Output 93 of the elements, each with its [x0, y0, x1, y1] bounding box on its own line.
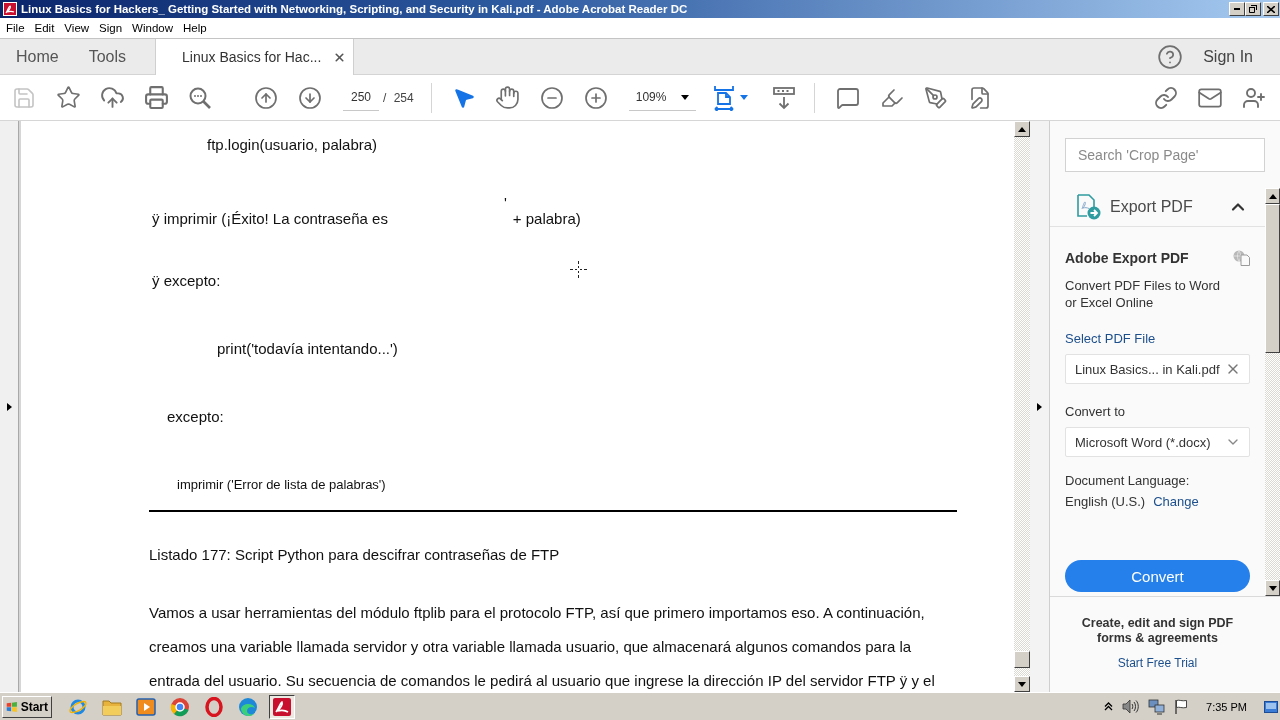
- comment-icon[interactable]: [835, 85, 860, 110]
- close-icon: [1267, 5, 1275, 13]
- menu-item[interactable]: Sign: [94, 22, 128, 34]
- menu-item[interactable]: Edit: [29, 22, 60, 34]
- document-arrow-icon: [1076, 194, 1101, 220]
- scroll-down-button[interactable]: [1265, 580, 1280, 596]
- export-description: Convert PDF Files to Word or Excel Online: [1065, 277, 1222, 311]
- minimize-button[interactable]: [1229, 2, 1245, 16]
- help-icon[interactable]: [1157, 43, 1184, 70]
- folder-icon: [102, 697, 122, 716]
- menu-item[interactable]: View: [59, 22, 95, 34]
- caret-down-icon[interactable]: [739, 95, 748, 100]
- down-triangle-icon: [1018, 681, 1026, 687]
- star-icon[interactable]: [55, 85, 81, 110]
- convert-button[interactable]: Convert: [1065, 560, 1250, 592]
- zoom-dropdown[interactable]: 109%: [628, 84, 696, 111]
- squiggle-tile-icon: [272, 696, 292, 717]
- search-icon[interactable]: [188, 85, 212, 110]
- search-field[interactable]: Search 'Crop Page': [1065, 138, 1265, 172]
- minimize-icon: [1234, 8, 1240, 10]
- tab[interactable]: Home: [1, 39, 74, 74]
- scroll-up-button[interactable]: [1265, 188, 1280, 204]
- scrollbar-thumb[interactable]: [1014, 651, 1030, 668]
- dotted-bar-down-arrow-icon[interactable]: [771, 85, 796, 110]
- code-line: ÿ imprimir (¡Éxito! La contraseña es: [152, 210, 388, 227]
- sign-in-button[interactable]: Sign In: [1203, 47, 1253, 66]
- window-title: Linux Basics for Hackers_ Getting Started with Networking, Scripting, and Security in Kali.pdf - Adobe Acrobat Reader DC: [21, 3, 688, 15]
- taskbar-button[interactable]: [269, 694, 295, 719]
- change-link[interactable]: Change: [1153, 493, 1199, 510]
- caret-right-icon[interactable]: [1037, 402, 1042, 411]
- format-dropdown[interactable]: Microsoft Word (*.docx): [1065, 427, 1250, 457]
- page-count: / 254: [383, 90, 414, 105]
- menu-item[interactable]: File: [1, 22, 30, 34]
- code-line: imprimir ('Error de lista de palabras'): [177, 477, 386, 492]
- language-label: Document Language:: [1065, 472, 1191, 489]
- swirl-icon: [238, 696, 258, 717]
- down-triangle-icon: [1268, 585, 1277, 591]
- hand-icon[interactable]: [495, 85, 521, 110]
- print-icon[interactable]: [143, 85, 169, 110]
- promo-text: Create, edit and sign PDF forms & agreements: [1080, 616, 1235, 646]
- scrollbar-thumb[interactable]: [1265, 204, 1280, 353]
- language-value: English (U.S.): [1065, 493, 1146, 510]
- cloud-upload-icon[interactable]: [99, 85, 125, 110]
- ring-icon: [205, 696, 223, 717]
- clock-time: 7:35 PM: [1206, 700, 1247, 713]
- page-number-field[interactable]: 250: [343, 84, 379, 111]
- tab[interactable]: Linux Basics for Hac...: [155, 39, 355, 75]
- network-icon[interactable]: [1148, 698, 1166, 715]
- select-file-link[interactable]: Select PDF File: [1065, 330, 1250, 347]
- up-triangle-icon: [1268, 193, 1277, 199]
- link-icon[interactable]: [1154, 85, 1178, 110]
- code-line: print('todavía intentando...'): [217, 340, 398, 357]
- globe-document-icon[interactable]: [1233, 250, 1250, 266]
- code-line: ftp.login(usuario, palabra): [207, 136, 378, 153]
- scroll-down-button[interactable]: [1014, 676, 1030, 692]
- code-line: ÿ excepto:: [152, 272, 221, 289]
- up-triangle-icon: [1018, 126, 1026, 132]
- menu-item[interactable]: Window: [127, 22, 178, 34]
- convert-to-label: Convert to: [1065, 403, 1126, 420]
- sectored-circle-icon: [170, 696, 190, 717]
- caret-down-icon: [680, 94, 689, 100]
- restore-button[interactable]: [1245, 2, 1261, 16]
- restore-icon: [1249, 5, 1257, 13]
- add-user-icon[interactable]: [1242, 85, 1266, 110]
- body-paragraph: Vamos a usar herramientas del módulo ftplib para el protocolo FTP, así que primero importamos eso. A continuación, creamos una variable llamada servidor y otra variable llamada usuario, que almacenará algunos comandos para la entrada del usuario. Su secuencia de comandos le pedirá al usuario que ingrese la dirección IP del servidor FTP ÿ y el: [149, 603, 936, 691]
- zoom-in-icon[interactable]: [583, 85, 608, 110]
- scroll-up-button[interactable]: [1014, 121, 1030, 137]
- four-squares-icon: [6, 699, 18, 714]
- start-trial-link[interactable]: Start Free Trial: [1117, 656, 1198, 670]
- file-field[interactable]: Linux Basics... in Kali.pdf: [1065, 354, 1250, 384]
- start-button[interactable]: Start: [2, 695, 52, 718]
- zoom-out-icon[interactable]: [539, 85, 564, 110]
- close-button[interactable]: [1263, 2, 1279, 16]
- play-icon: [136, 697, 156, 716]
- squiggle-tile-icon: [3, 2, 17, 16]
- double-chevron-up-icon[interactable]: [1104, 702, 1114, 711]
- export-heading: Adobe Export PDF: [1065, 249, 1189, 267]
- tab[interactable]: Tools: [73, 39, 142, 74]
- desktop-tile-icon[interactable]: [1264, 700, 1278, 713]
- flag-icon[interactable]: [1174, 699, 1190, 714]
- code-line: excepto:: [167, 408, 224, 425]
- pen-nib-icon[interactable]: [923, 85, 948, 110]
- export-pdf-header[interactable]: Export PDF: [1050, 188, 1265, 227]
- caret-right-icon[interactable]: [6, 402, 12, 411]
- crosshair-cursor-icon: [570, 261, 587, 278]
- fit-width-icon[interactable]: [711, 84, 736, 111]
- listing-caption: Listado 177: Script Python para descifrar contraseñas de FTP: [149, 545, 561, 565]
- code-fragment: + palabra): [512, 210, 581, 227]
- speaker-icon[interactable]: [1122, 699, 1140, 714]
- page-up-icon[interactable]: [254, 85, 278, 110]
- menu-item[interactable]: Help: [178, 22, 212, 34]
- page-down-icon[interactable]: [298, 85, 322, 110]
- code-fragment: ': [503, 194, 507, 211]
